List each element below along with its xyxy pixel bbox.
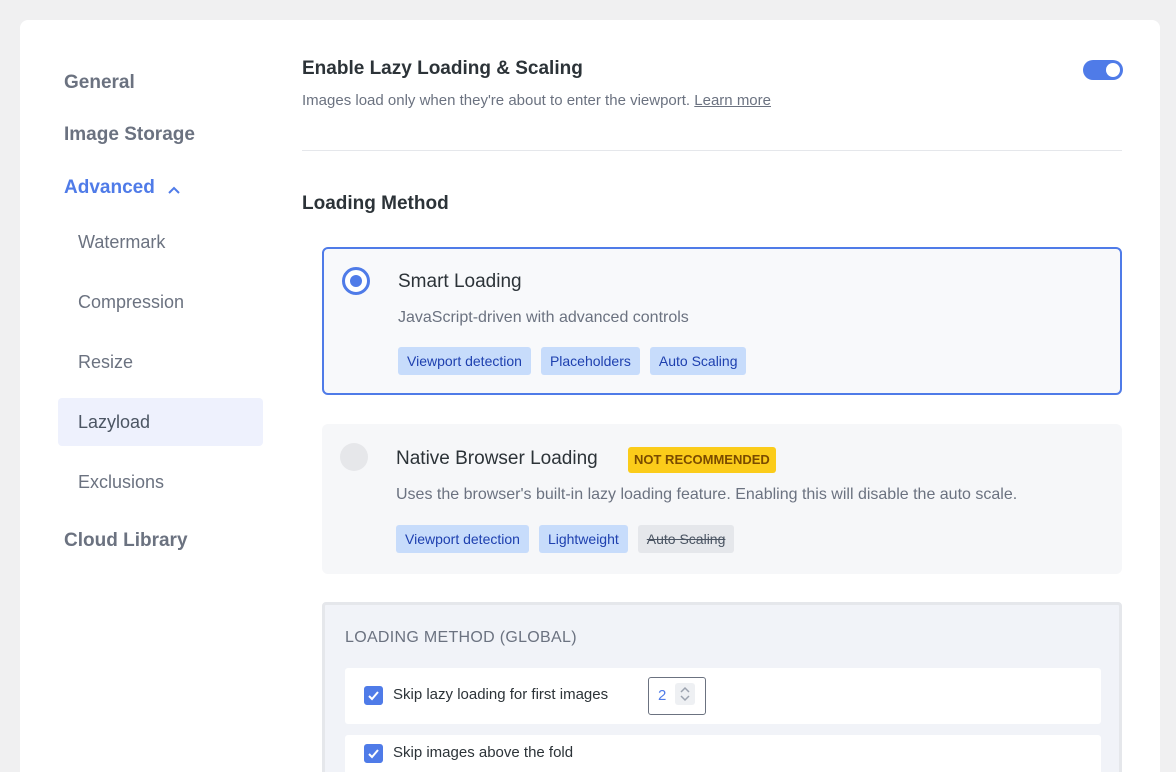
option-title: Native Browser Loading [396, 448, 598, 469]
skip-count-stepper[interactable]: 2 [648, 677, 706, 715]
global-settings-title: LOADING METHOD (GLOBAL) [345, 629, 577, 646]
radio-smart-loading[interactable] [342, 267, 370, 295]
skip-above-fold-row: Skip images above the fold [345, 735, 1101, 772]
tag: Auto Scaling [649, 347, 747, 375]
check-icon [368, 749, 379, 759]
lazy-loading-toggle[interactable] [1083, 60, 1123, 80]
page-title: Enable Lazy Loading & Scaling [302, 58, 583, 79]
spinner-arrows-icon[interactable] [675, 683, 695, 705]
page-subtitle: Images load only when they're about to e… [302, 92, 771, 109]
skip-above-fold-label: Skip images above the fold [393, 744, 574, 761]
chevron-up-icon [167, 181, 181, 195]
radio-native-loading[interactable] [340, 443, 368, 471]
option-description: Uses the browser's built-in lazy loading… [396, 486, 1018, 503]
sidebar-item-watermark[interactable]: Watermark [58, 218, 263, 266]
skip-first-images-checkbox[interactable] [364, 686, 383, 705]
option-description: JavaScript-driven with advanced controls [398, 309, 689, 326]
option-card-smart-loading[interactable]: Smart Loading JavaScript-driven with adv… [322, 247, 1122, 395]
tag: Viewport detection [396, 525, 529, 553]
sidebar-item-cloud-library[interactable]: Cloud Library [64, 530, 188, 552]
check-icon [368, 691, 379, 701]
sidebar-item-lazyload[interactable]: Lazyload [58, 398, 263, 446]
learn-more-link[interactable]: Learn more [694, 92, 771, 109]
sidebar-item-advanced-label: Advanced [64, 177, 155, 198]
sidebar-item-resize[interactable]: Resize [58, 338, 263, 386]
skip-above-fold-checkbox[interactable] [364, 744, 383, 763]
option-card-native-loading[interactable]: Native Browser Loading NOT RECOMMENDED U… [322, 424, 1122, 574]
tag-list: Viewport detection Placeholders Auto Sca… [398, 347, 747, 375]
toggle-knob [1106, 63, 1120, 77]
sidebar-item-general[interactable]: General [64, 72, 135, 94]
sidebar-item-image-storage[interactable]: Image Storage [64, 124, 195, 146]
tag: Lightweight [538, 525, 628, 553]
sidebar-item-compression[interactable]: Compression [58, 278, 263, 326]
section-title-loading-method: Loading Method [302, 193, 449, 214]
sidebar-item-exclusions[interactable]: Exclusions [58, 458, 263, 506]
divider [302, 150, 1122, 151]
option-title: Smart Loading [398, 271, 522, 292]
subtitle-text: Images load only when they're about to e… [302, 92, 691, 109]
global-settings-box: LOADING METHOD (GLOBAL) Skip lazy loadin… [322, 602, 1122, 772]
sidebar-item-advanced[interactable]: Advanced [64, 177, 181, 199]
not-recommended-badge: NOT RECOMMENDED [628, 447, 776, 473]
tag: Placeholders [540, 347, 640, 375]
tag: Viewport detection [398, 347, 531, 375]
tag-list: Viewport detection Lightweight Auto Scal… [396, 525, 735, 553]
tag-disabled: Auto Scaling [637, 525, 735, 553]
skip-first-images-row: Skip lazy loading for first images 2 [345, 668, 1101, 724]
skip-count-value: 2 [658, 687, 667, 704]
skip-first-images-label: Skip lazy loading for first images [393, 686, 609, 703]
settings-panel: General Image Storage Advanced Watermark… [20, 20, 1160, 772]
